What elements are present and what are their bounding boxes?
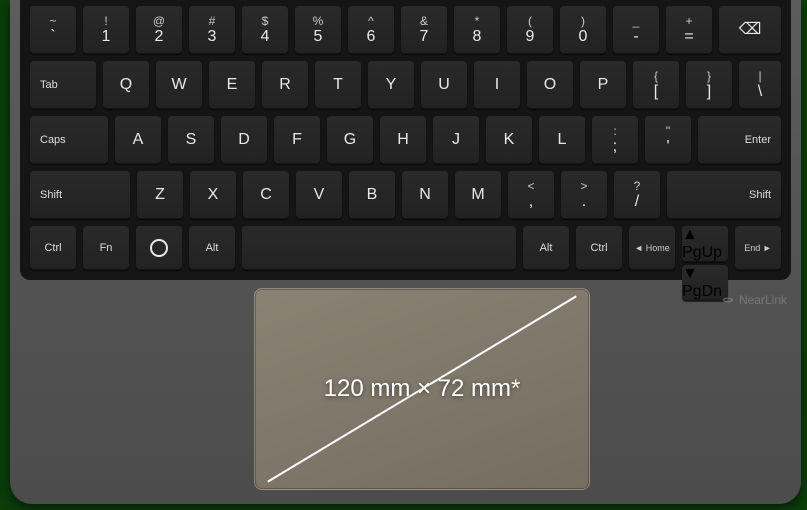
key-j[interactable]: J — [433, 116, 479, 164]
key-alt-right[interactable]: Alt — [523, 226, 569, 270]
key-4[interactable]: $4 — [242, 6, 288, 54]
key-shift-left[interactable]: Shift — [30, 171, 130, 219]
key-backslash[interactable]: |\ — [739, 61, 781, 109]
circle-icon — [150, 239, 168, 257]
key-x[interactable]: X — [190, 171, 236, 219]
key-o[interactable]: O — [527, 61, 573, 109]
key-q[interactable]: Q — [103, 61, 149, 109]
key-8[interactable]: *8 — [454, 6, 500, 54]
key-period[interactable]: >. — [561, 171, 607, 219]
key-end[interactable]: End ► — [735, 226, 781, 270]
keyboard: ~` !1 @2 #3 $4 %5 ^6 &7 *8 (9 )0 _- += ⌫… — [20, 0, 791, 280]
laptop-body: ~` !1 @2 #3 $4 %5 ^6 &7 *8 (9 )0 _- += ⌫… — [10, 0, 801, 504]
key-fn[interactable]: Fn — [83, 226, 129, 270]
key-y[interactable]: Y — [368, 61, 414, 109]
key-a[interactable]: A — [115, 116, 161, 164]
key-tab[interactable]: Tab — [30, 61, 96, 109]
key-3[interactable]: #3 — [189, 6, 235, 54]
key-row-1: ~` !1 @2 #3 $4 %5 ^6 &7 *8 (9 )0 _- += ⌫ — [30, 6, 781, 54]
key-space[interactable] — [242, 226, 516, 270]
key-d[interactable]: D — [221, 116, 267, 164]
key-z[interactable]: Z — [137, 171, 183, 219]
key-home[interactable]: ◄ Home — [629, 226, 675, 270]
nearlink-icon — [721, 293, 735, 307]
key-minus[interactable]: _- — [613, 6, 659, 54]
key-pgup-pgdn-stack: ▲ PgUp ▼ PgDn — [682, 226, 728, 270]
key-9[interactable]: (9 — [507, 6, 553, 54]
key-i[interactable]: I — [474, 61, 520, 109]
key-u[interactable]: U — [421, 61, 467, 109]
key-row-3: Caps A S D F G H J K L :; "' Enter — [30, 116, 781, 164]
key-ctrl-left[interactable]: Ctrl — [30, 226, 76, 270]
backspace-icon: ⌫ — [739, 22, 762, 38]
key-semicolon[interactable]: :; — [592, 116, 638, 164]
key-2[interactable]: @2 — [136, 6, 182, 54]
brand-label: NearLink — [721, 293, 787, 307]
key-6[interactable]: ^6 — [348, 6, 394, 54]
key-7[interactable]: &7 — [401, 6, 447, 54]
key-g[interactable]: G — [327, 116, 373, 164]
key-assistant[interactable] — [136, 226, 182, 270]
key-n[interactable]: N — [402, 171, 448, 219]
key-enter[interactable]: Enter — [698, 116, 781, 164]
key-b[interactable]: B — [349, 171, 395, 219]
key-5[interactable]: %5 — [295, 6, 341, 54]
key-k[interactable]: K — [486, 116, 532, 164]
key-h[interactable]: H — [380, 116, 426, 164]
key-quote[interactable]: "' — [645, 116, 691, 164]
key-equals[interactable]: += — [666, 6, 712, 54]
key-p[interactable]: P — [580, 61, 626, 109]
key-slash[interactable]: ?/ — [614, 171, 660, 219]
key-e[interactable]: E — [209, 61, 255, 109]
key-capslock[interactable]: Caps — [30, 116, 108, 164]
key-comma[interactable]: <, — [508, 171, 554, 219]
key-r[interactable]: R — [262, 61, 308, 109]
key-l[interactable]: L — [539, 116, 585, 164]
brand-text: NearLink — [739, 293, 787, 307]
key-t[interactable]: T — [315, 61, 361, 109]
key-pgup[interactable]: ▲ PgUp — [682, 226, 728, 262]
key-1[interactable]: !1 — [83, 6, 129, 54]
key-rbracket[interactable]: }] — [686, 61, 732, 109]
key-row-4: Shift Z X C V B N M <, >. ?/ Shift — [30, 171, 781, 219]
key-ctrl-right[interactable]: Ctrl — [576, 226, 622, 270]
touchpad-dimension-label: 120 mm × 72 mm* — [324, 375, 521, 403]
touchpad[interactable]: 120 mm × 72 mm* — [254, 288, 590, 490]
key-v[interactable]: V — [296, 171, 342, 219]
key-f[interactable]: F — [274, 116, 320, 164]
key-row-5: Ctrl Fn Alt Alt Ctrl ◄ Home ▲ PgUp ▼ PgD… — [30, 226, 781, 270]
key-s[interactable]: S — [168, 116, 214, 164]
key-shift-right[interactable]: Shift — [667, 171, 781, 219]
key-w[interactable]: W — [156, 61, 202, 109]
key-c[interactable]: C — [243, 171, 289, 219]
key-grave[interactable]: ~` — [30, 6, 76, 54]
key-backspace[interactable]: ⌫ — [719, 6, 781, 54]
key-lbracket[interactable]: {[ — [633, 61, 679, 109]
key-m[interactable]: M — [455, 171, 501, 219]
key-0[interactable]: )0 — [560, 6, 606, 54]
key-alt-left[interactable]: Alt — [189, 226, 235, 270]
key-row-2: Tab Q W E R T Y U I O P {[ }] |\ — [30, 61, 781, 109]
